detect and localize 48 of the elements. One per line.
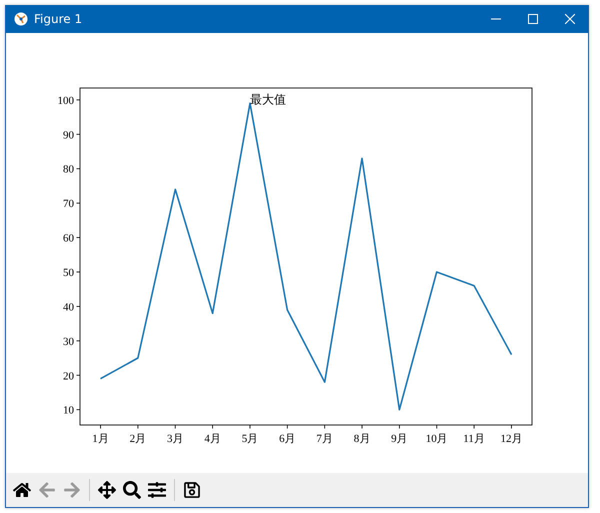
y-tick-label: 50 <box>63 267 74 279</box>
y-tick-label: 60 <box>63 232 74 245</box>
y-tick-label: 30 <box>63 336 74 348</box>
x-tick-label: 9月 <box>391 433 408 445</box>
x-tick-label: 10月 <box>426 433 448 445</box>
x-tick-label: 2月 <box>130 433 146 445</box>
sliders-icon[interactable] <box>146 479 168 501</box>
y-tick-label: 80 <box>63 164 74 176</box>
x-tick-label: 8月 <box>354 433 370 445</box>
x-tick-label: 11月 <box>463 433 485 445</box>
app-icon <box>14 12 28 26</box>
y-tick-label: 90 <box>63 129 74 142</box>
window-title: Figure 1 <box>34 12 84 26</box>
x-tick-label: 6月 <box>279 433 296 445</box>
x-tick-label: 1月 <box>92 433 109 445</box>
y-tick <box>76 306 80 307</box>
x-tick <box>324 424 326 429</box>
x-tick <box>100 424 101 429</box>
x-tick-label: 12月 <box>500 433 522 445</box>
x-tick <box>174 424 176 429</box>
y-tick <box>76 202 80 204</box>
y-tick-label: 40 <box>63 301 74 314</box>
y-tick <box>76 168 80 170</box>
y-tick <box>76 134 80 135</box>
x-tick-label: 7月 <box>316 433 333 445</box>
y-tick <box>76 237 80 238</box>
close-icon <box>564 14 574 24</box>
y-tick-label: 70 <box>63 198 74 210</box>
move-arrows-icon[interactable] <box>96 479 118 501</box>
annotation-label: 最大值 <box>250 92 286 106</box>
maximize-icon <box>528 14 538 24</box>
x-tick <box>212 424 214 429</box>
y-tick <box>76 99 80 100</box>
search-icon[interactable] <box>121 479 143 501</box>
y-tick <box>76 409 80 410</box>
x-tick-label: 5月 <box>242 433 258 445</box>
x-tick <box>511 424 512 429</box>
x-tick <box>436 424 438 429</box>
x-tick-label: 4月 <box>204 433 221 445</box>
x-tick <box>399 424 400 429</box>
x-tick <box>286 424 288 429</box>
y-tick <box>76 374 80 376</box>
floppy-disk-icon[interactable] <box>181 479 203 501</box>
y-tick <box>76 340 80 342</box>
x-tick-label: 3月 <box>167 433 184 445</box>
y-tick-label: 100 <box>58 94 74 107</box>
y-tick-label: 20 <box>63 370 74 382</box>
y-tick-label: 10 <box>63 404 74 417</box>
